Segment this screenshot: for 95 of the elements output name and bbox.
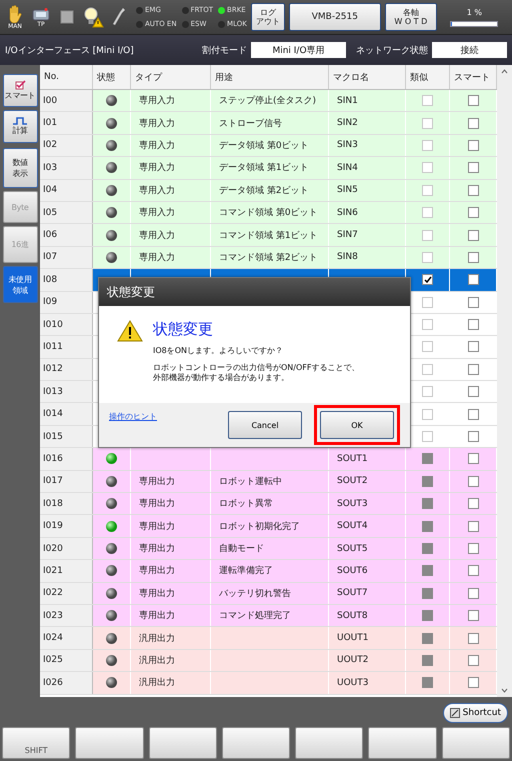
table-cell: SIN4 [337,162,358,173]
table-cell-text: 専用入力 [139,94,175,108]
table-cell: UOUT3 [337,678,368,688]
table-cell: SOUT6 [337,566,368,576]
dialog-detail: ロボットコントローラの出力信号がON/OFFすることで、外部機器が動作する場合があります。 [153,363,360,383]
table-cell: I018 [40,493,93,514]
table-cell: I00 [40,90,93,112]
field-label: ネットワーク状態 [356,44,428,56]
table-cell-text: 専用入力 [139,140,175,152]
screen-title: I/Oインターフェース [Mini I/O] [5,44,135,56]
table-cell-text: データ領域 第1ビット [219,162,309,174]
table-cell: ステップ停止(全タスク) [219,94,316,108]
table-cell-text: ストローブ信号 [219,118,282,130]
table-cell: SOUT4 [337,521,368,532]
table-cell: SIN3 [337,140,358,150]
table-cell: I013 [40,381,93,402]
table-cell: I07 [40,246,93,268]
table-cell: I023 [40,604,93,626]
table-cell: I021 [40,560,93,582]
table-cell-text: 専用出力 [139,564,175,578]
status-field: Mini I/O専用 [251,42,346,58]
table-cell-text: 自動モード [219,542,264,555]
table-cell-text: コマンド領域 第0ビット [219,206,318,220]
table-cell: SIN1 [337,96,358,106]
table-cell: I012 [40,358,93,380]
table-cell: I019 [40,515,93,537]
table-cell-text: コマンド領域 第2ビット [219,252,318,264]
table-cell: I02 [40,134,93,156]
table-cell: I05 [40,202,93,224]
table-cell: I022 [40,582,93,604]
table-cell: I017 [40,470,93,492]
table-cell: I020 [40,538,93,560]
table-cell-text: 専用出力 [139,520,175,533]
table-cell: I03 [40,157,93,179]
table-cell: SOUT8 [337,610,368,621]
table-cell: SOUT3 [337,498,368,509]
table-cell-text: 専用入力 [139,118,175,130]
table-cell: I04 [40,180,93,201]
table-cell-text: コマンド処理完了 [219,610,291,622]
table-cell: SOUT1 [337,454,368,464]
table-cell-text: バッテリ切れ警告 [219,588,291,600]
table-cell: SIN7 [337,230,358,240]
table-cell: SIN5 [337,185,358,196]
field-label: 割付モード [202,44,247,56]
table-cell-text: コマンド領域 第1ビット [219,230,318,242]
speed-reading: 1 % [466,8,482,16]
table-cell-text: 専用入力 [139,206,175,220]
table-cell: I06 [40,224,93,246]
table-cell: SOUT7 [337,588,368,598]
table-cell-text: 専用出力 [139,588,175,600]
column-header: No. [40,65,93,89]
dialog-heading: 状態変更 [153,320,214,339]
table-cell: SOUT2 [337,476,368,486]
table-cell-text: 運転準備完了 [219,564,273,578]
table-cell-text: ロボット異常 [219,498,273,510]
table-cell: I024 [40,627,93,649]
table-cell-text: 汎用出力 [139,654,175,667]
table-cell-text: ロボット初期化完了 [219,520,300,533]
table-cell: I010 [40,314,93,336]
table-cell: SIN8 [337,252,358,262]
table-cell: I011 [40,336,93,358]
table-cell: SIN2 [337,118,358,128]
table-cell-text: データ領域 第2ビット [219,184,309,197]
table-cell: I014 [40,403,93,425]
table-cell: I026 [40,672,93,694]
table-cell-text: ロボット運転中 [219,476,282,488]
dialog-message: IO8をONします。よろしいですか？ [153,346,284,356]
table-cell: I025 [40,650,93,672]
table-cell: I016 [40,448,93,470]
column-header: 用途 [211,65,329,89]
table-cell-text: データ領域 第0ビット [219,140,309,152]
table-cell-text: 専用入力 [139,230,175,242]
table-cell-text: 専用出力 [139,542,175,555]
dialog-title: 状態変更 [99,278,410,306]
table-cell: I08 [40,269,93,291]
table-cell-text: 専用入力 [139,184,175,197]
table-cell: I09 [40,292,93,313]
table-cell-text: 専用出力 [139,610,175,622]
table-cell: SOUT5 [337,544,368,554]
table-cell-text: 専用入力 [139,252,175,264]
table-cell-text: 専用出力 [139,498,175,510]
column-header: タイプ [131,65,211,89]
status-field: 接続 [432,42,507,58]
table-cell-text: 汎用出力 [139,676,175,690]
table-cell: SIN6 [337,208,358,218]
table-cell: I01 [40,112,93,134]
table-cell: I015 [40,426,93,448]
table-cell-text: 専用入力 [139,162,175,174]
column-header: マクロ名 [329,65,406,89]
column-header: 類似 [406,65,450,89]
table-cell-text: 専用出力 [139,476,175,488]
table-cell-text: 汎用出力 [139,632,175,645]
table-cell: UOUT2 [337,655,368,666]
table-cell: UOUT1 [337,633,368,644]
column-header: 状態 [93,65,131,89]
